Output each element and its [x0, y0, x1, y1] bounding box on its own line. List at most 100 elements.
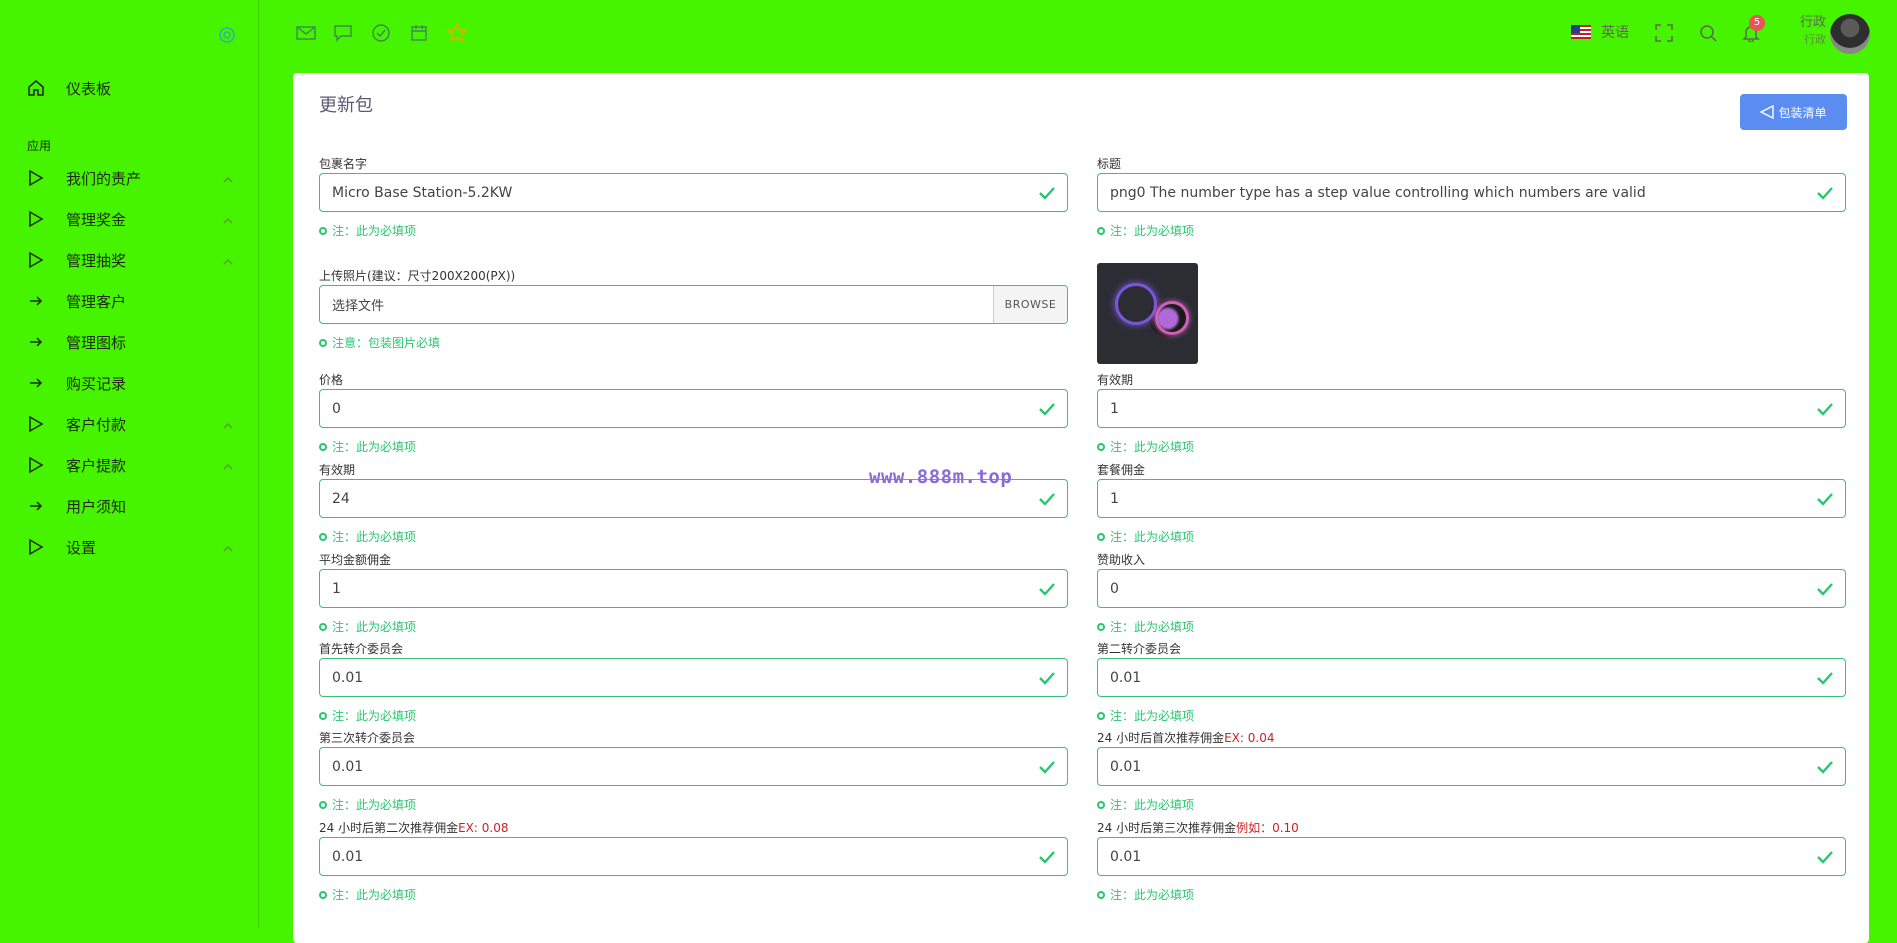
user-info[interactable]: 行政 行政 — [1786, 14, 1826, 48]
chevron-up-icon — [222, 254, 234, 266]
package-name-field: 包裹名字 Micro Base Station-5.2KW 注：此为必填项 — [319, 155, 1068, 239]
package-commission-value: 1 — [1110, 490, 1119, 507]
chevron-up-icon — [222, 418, 234, 430]
package-name-value: Micro Base Station-5.2KW — [332, 184, 513, 201]
third-24h-label: 24 小时后第三次推荐佣金例如：0.10 — [1097, 821, 1299, 835]
avg-commission-label: 平均金额佣金 — [319, 553, 392, 567]
package-commission-label: 套餐佣金 — [1097, 463, 1146, 477]
avg-commission-input[interactable]: 1 — [319, 569, 1068, 608]
validity-right-input[interactable]: 1 — [1097, 389, 1846, 428]
sidebar-item-bonus[interactable]: 管理奖金 — [24, 203, 234, 235]
required-note: 注：此为必填项 — [1097, 438, 1846, 455]
sidebar-item-dashboard[interactable]: 仪表板 — [24, 72, 234, 104]
calendar-icon[interactable] — [408, 22, 430, 44]
title-input[interactable]: png0 The number type has a step value co… — [1097, 173, 1846, 212]
price-input[interactable]: 0 — [319, 389, 1068, 428]
check-icon — [1817, 672, 1833, 685]
example-hint: EX: 0.04 — [1224, 731, 1275, 745]
avg-commission-field: 平均金额佣金 1 注：此为必填项 — [319, 551, 1068, 635]
example-hint: EX: 0.08 — [458, 821, 509, 835]
required-note: 注：此为必填项 — [319, 222, 1068, 239]
sidebar: 仪表板 应用 我们的责产 管理奖金 管理抽奖 管理客户 管理图标 购买记录 客户… — [0, 0, 259, 928]
check-icon — [1039, 403, 1055, 416]
chevron-up-icon — [222, 213, 234, 225]
second-24h-input[interactable]: 0.01 — [319, 837, 1068, 876]
sidebar-item-notice[interactable]: 用户须知 — [24, 490, 234, 522]
notification-badge: 5 — [1749, 15, 1765, 31]
browse-button[interactable]: BROWSE — [993, 286, 1067, 323]
update-package-card: 更新包 包装清单 包裹名字 Micro Base Station-5.2KW 注… — [293, 73, 1869, 943]
chevron-up-icon — [222, 172, 234, 184]
check-icon — [1039, 187, 1055, 200]
package-list-button[interactable]: 包装清单 — [1740, 94, 1847, 130]
first-24h-field: 24 小时后首次推荐佣金EX: 0.04 0.01 注：此为必填项 — [1097, 729, 1846, 813]
mail-icon[interactable] — [295, 22, 317, 44]
second-referral-input[interactable]: 0.01 — [1097, 658, 1846, 697]
third-24h-input[interactable]: 0.01 — [1097, 837, 1846, 876]
validity-right-value: 1 — [1110, 400, 1119, 417]
sidebar-toggle-icon[interactable] — [218, 26, 236, 44]
third-referral-value: 0.01 — [332, 758, 364, 775]
sidebar-item-label: 购买记录 — [66, 374, 127, 393]
title-label: 标题 — [1097, 157, 1122, 171]
us-flag-icon — [1571, 25, 1591, 39]
chevron-up-icon — [222, 541, 234, 553]
package-commission-input[interactable]: 1 — [1097, 479, 1846, 518]
sidebar-item-settings[interactable]: 设置 — [24, 531, 234, 563]
sidebar-item-payments[interactable]: 客户付款 — [24, 408, 234, 440]
third-referral-input[interactable]: 0.01 — [319, 747, 1068, 786]
price-field: 价格 0 注：此为必填项 — [319, 371, 1068, 455]
search-icon[interactable] — [1697, 22, 1719, 44]
sidebar-item-purchases[interactable]: 购买记录 — [24, 367, 234, 399]
arrow-right-icon — [24, 371, 48, 395]
language-selector[interactable]: 英语 — [1571, 22, 1629, 42]
sponsor-income-input[interactable]: 0 — [1097, 569, 1846, 608]
second-24h-value: 0.01 — [332, 848, 364, 865]
language-label: 英语 — [1601, 25, 1629, 41]
required-note: 注：此为必填项 — [319, 528, 1068, 545]
play-icon — [24, 248, 48, 272]
play-icon — [24, 207, 48, 231]
send-icon — [1760, 105, 1775, 119]
sidebar-item-label: 我们的责产 — [66, 169, 142, 188]
required-note: 注：此为必填项 — [319, 707, 1068, 724]
sidebar-item-customers[interactable]: 管理客户 — [24, 285, 234, 317]
fullscreen-icon[interactable] — [1653, 22, 1675, 44]
required-note: 注：此为必填项 — [1097, 886, 1846, 903]
star-icon[interactable] — [446, 22, 468, 44]
package-name-input[interactable]: Micro Base Station-5.2KW — [319, 173, 1068, 212]
photo-file-input[interactable]: 选择文件 BROWSE — [319, 285, 1068, 324]
title-value: png0 The number type has a step value co… — [1110, 184, 1646, 201]
sidebar-item-lottery[interactable]: 管理抽奖 — [24, 244, 234, 276]
play-icon — [24, 535, 48, 559]
required-note: 注：此为必填项 — [319, 618, 1068, 635]
check-icon — [1039, 761, 1055, 774]
price-label: 价格 — [319, 373, 344, 387]
first-referral-input[interactable]: 0.01 — [319, 658, 1068, 697]
check-icon — [1817, 583, 1833, 596]
second-referral-value: 0.01 — [1110, 669, 1142, 686]
sidebar-item-icons[interactable]: 管理图标 — [24, 326, 234, 358]
check-icon — [1817, 851, 1833, 864]
check-circle-icon[interactable] — [370, 22, 392, 44]
watermark: www.888m.top — [869, 466, 1013, 488]
sidebar-item-assets[interactable]: 我们的责产 — [24, 162, 234, 194]
required-note: 注：此为必填项 — [1097, 796, 1846, 813]
validity-right-field: 有效期 1 注：此为必填项 — [1097, 371, 1846, 455]
package-commission-field: 套餐佣金 1 注：此为必填项 — [1097, 461, 1846, 545]
first-24h-input[interactable]: 0.01 — [1097, 747, 1846, 786]
first-referral-field: 首先转介委员会 0.01 注：此为必填项 — [319, 640, 1068, 724]
third-24h-value: 0.01 — [1110, 848, 1142, 865]
avatar[interactable] — [1830, 14, 1870, 54]
sidebar-item-label: 仪表板 — [66, 79, 112, 98]
chat-icon[interactable] — [332, 22, 354, 44]
sidebar-item-label: 客户付款 — [66, 415, 127, 434]
play-icon — [24, 453, 48, 477]
sidebar-item-withdrawals[interactable]: 客户提款 — [24, 449, 234, 481]
sidebar-item-label: 设置 — [66, 538, 97, 557]
photo-upload-label: 上传照片(建议：尺寸200X200(PX)) — [319, 269, 516, 283]
check-icon — [1817, 493, 1833, 506]
required-note: 注：此为必填项 — [319, 796, 1068, 813]
first-referral-label: 首先转介委员会 — [319, 642, 404, 656]
second-referral-field: 第二转介委员会 0.01 注：此为必填项 — [1097, 640, 1846, 724]
